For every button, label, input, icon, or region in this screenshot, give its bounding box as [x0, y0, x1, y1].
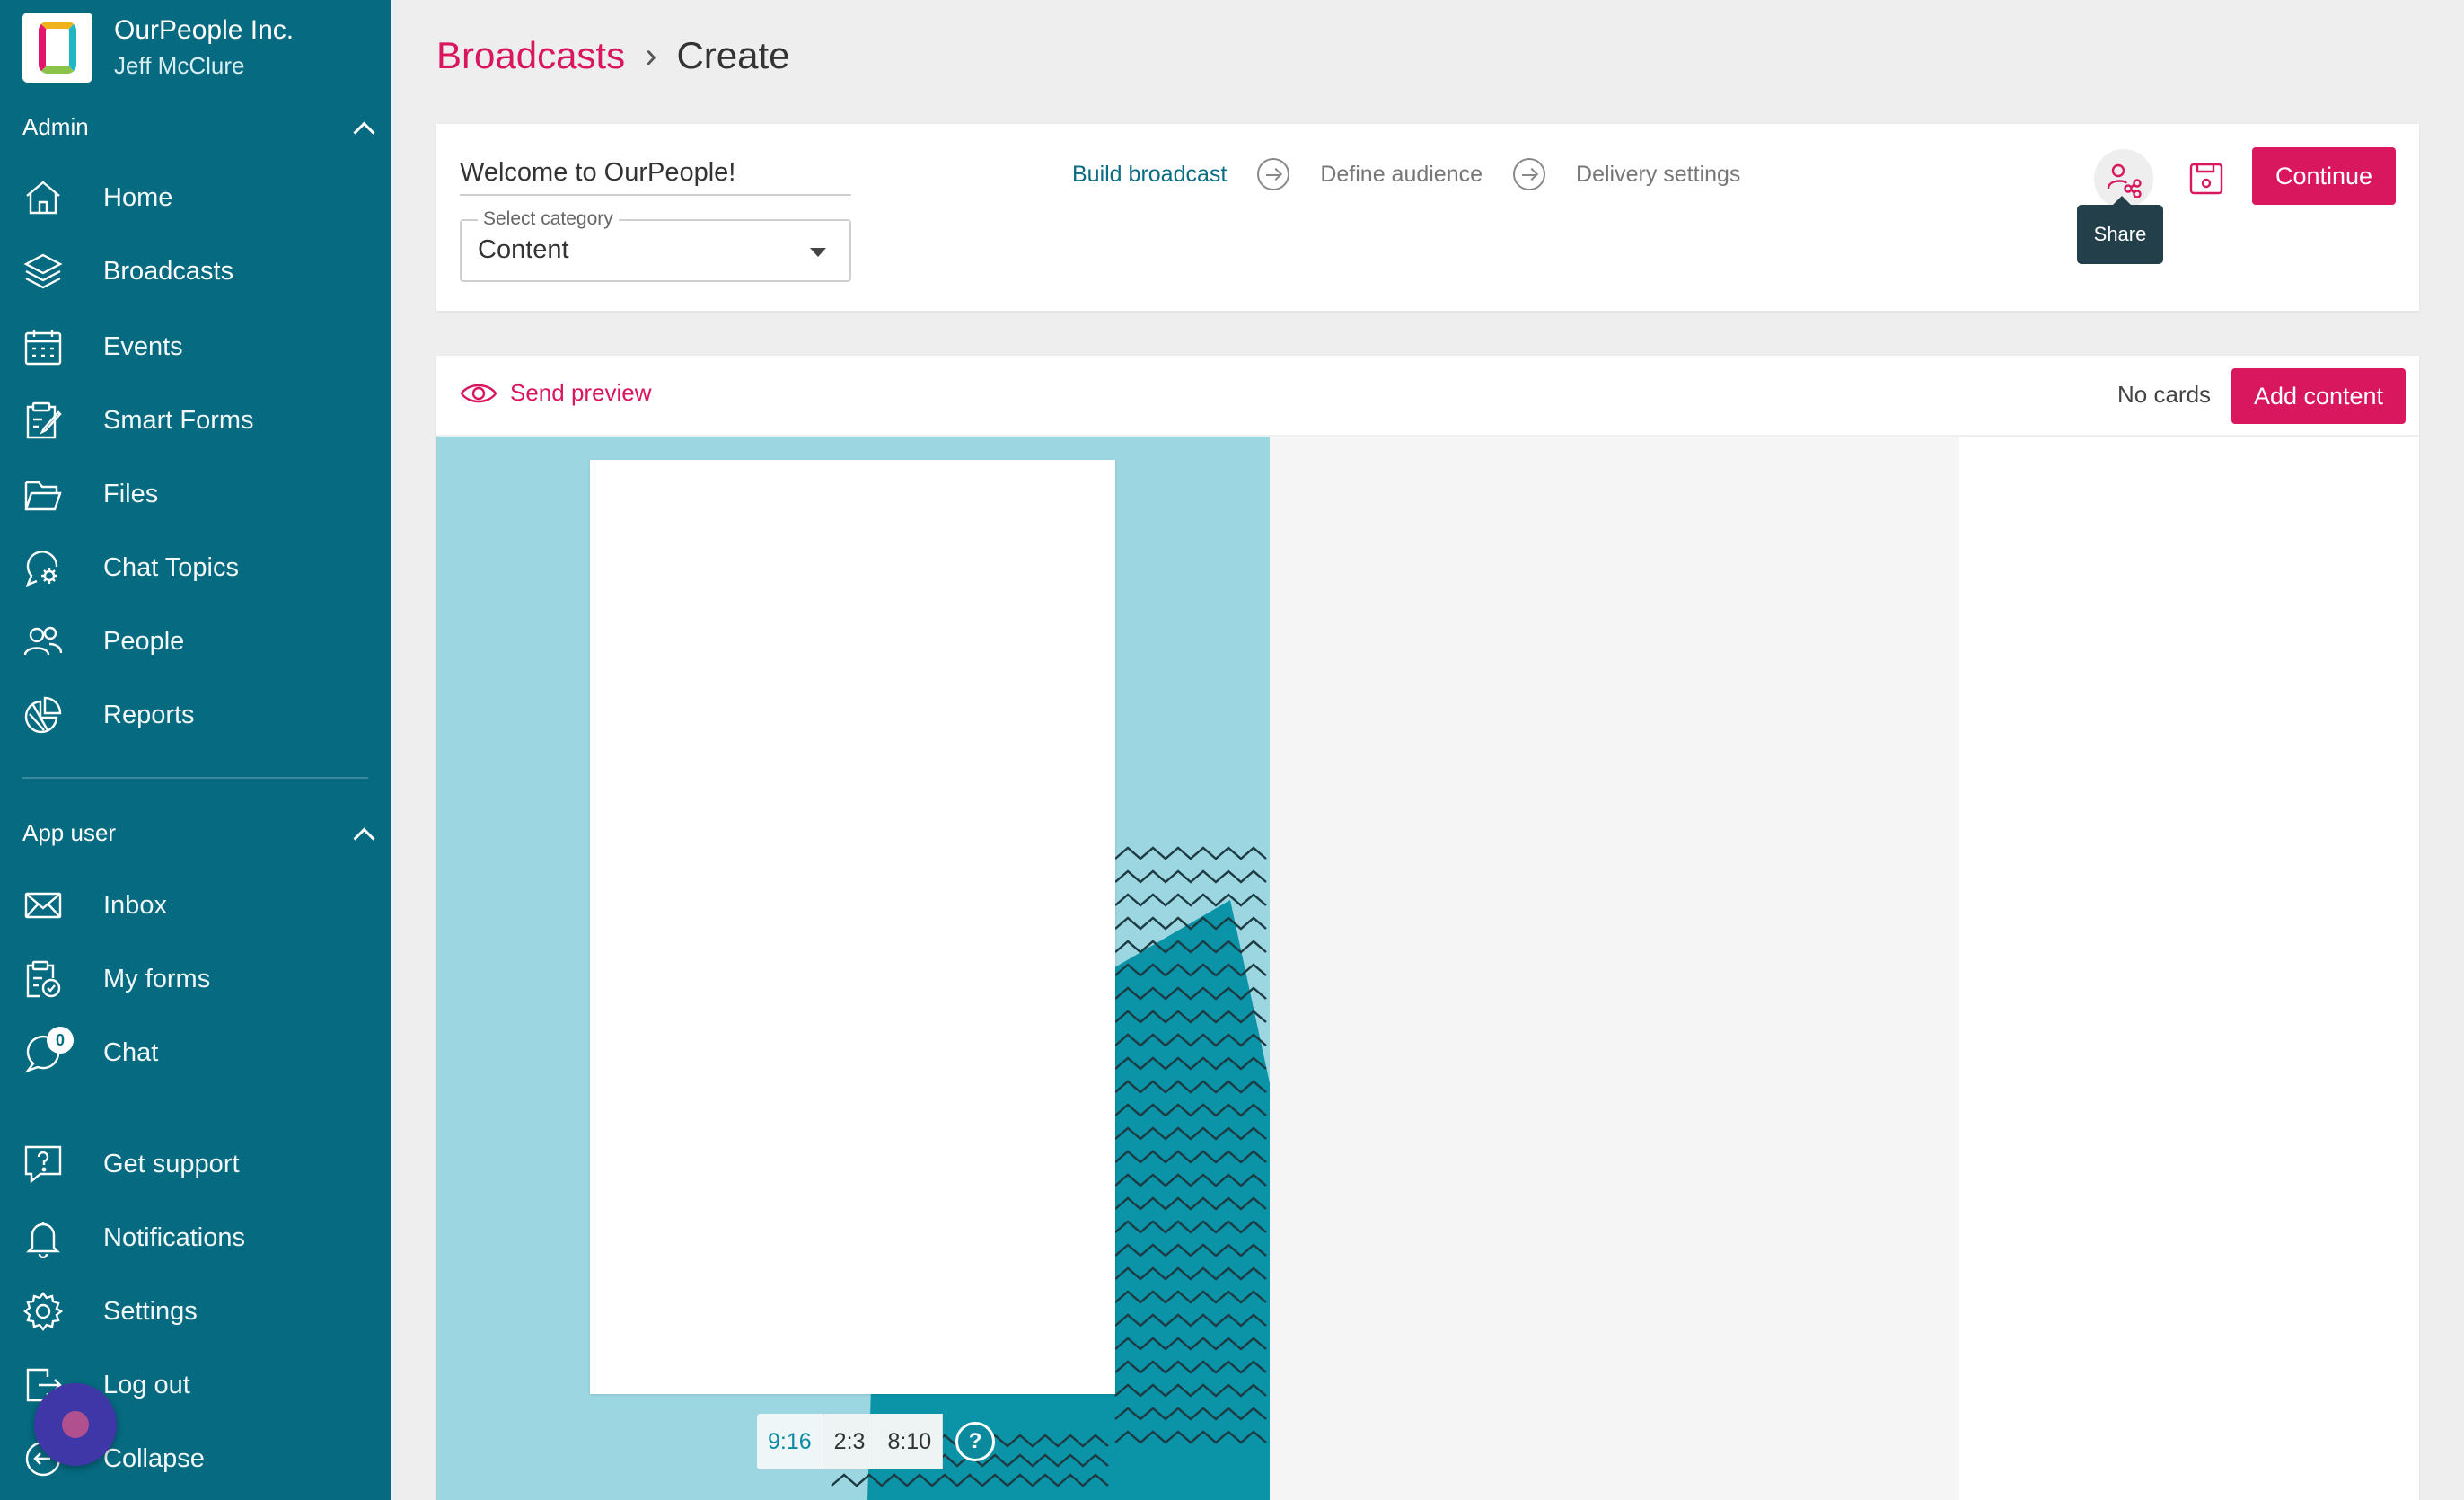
card-preview-frame[interactable] — [590, 460, 1115, 1394]
aspect-ratio-selector: 9:16 2:3 8:10 ? — [757, 1414, 996, 1469]
sidebar-item-settings[interactable]: Settings — [22, 1284, 382, 1338]
home-icon — [22, 177, 64, 218]
step-build-broadcast[interactable]: Build broadcast — [1072, 162, 1227, 188]
broadcast-editor-card: Send preview No cards Add content 9:16 2… — [436, 356, 2419, 1500]
chat-bubble-icon: 0 — [22, 1027, 74, 1073]
sidebar-item-label: Home — [103, 182, 173, 212]
sidebar-item-label: Chat — [103, 1037, 159, 1067]
category-select-label: Select category — [478, 208, 619, 230]
card-canvas: 9:16 2:3 8:10 ? — [436, 437, 1270, 1500]
caret-down-icon — [810, 248, 826, 257]
app-user-section-label: App user — [22, 819, 117, 846]
sidebar-item-events[interactable]: Events — [22, 320, 382, 374]
sidebar-item-chat[interactable]: 0 Chat — [22, 1026, 382, 1080]
envelope-icon — [22, 885, 64, 926]
send-preview-link[interactable]: Send preview — [460, 379, 652, 407]
sidebar-item-my-forms[interactable]: My forms — [22, 952, 382, 1006]
help-icon — [22, 1143, 64, 1185]
floating-assistant-button[interactable] — [34, 1383, 117, 1466]
save-icon — [2189, 163, 2223, 195]
org-name: OurPeople Inc. — [114, 15, 295, 45]
sidebar-item-chat-topics[interactable]: Chat Topics — [22, 541, 382, 595]
save-draft-button[interactable] — [2178, 151, 2234, 207]
sidebar-item-notifications[interactable]: Notifications — [22, 1211, 382, 1265]
step-define-audience[interactable]: Define audience — [1320, 162, 1483, 188]
admin-section-label: Admin — [22, 113, 89, 140]
add-content-button[interactable]: Add content — [2231, 368, 2406, 424]
broadcast-title-input[interactable] — [460, 151, 851, 196]
clipboard-check-icon — [22, 958, 64, 1000]
chat-unread-badge: 0 — [47, 1027, 74, 1054]
wizard-steps: Build broadcast Define audience Delivery… — [1072, 158, 1740, 190]
ratio-8-10[interactable]: 8:10 — [876, 1414, 944, 1469]
sidebar-item-label: Reports — [103, 700, 195, 729]
breadcrumb-broadcasts-link[interactable]: Broadcasts — [436, 34, 625, 77]
sidebar-item-home[interactable]: Home — [22, 171, 382, 225]
card-settings-panel — [1959, 437, 2419, 1500]
ratio-2-3[interactable]: 2:3 — [823, 1414, 877, 1469]
sidebar-item-label: Notifications — [103, 1222, 245, 1252]
category-select-value: Content — [478, 235, 569, 264]
chat-gear-icon — [22, 547, 64, 588]
sidebar: OurPeople Inc. Jeff McClure Admin Home B… — [0, 0, 391, 1500]
broadcast-header-card: Select category Content Build broadcast … — [436, 124, 2419, 311]
sidebar-item-reports[interactable]: Reports — [22, 688, 382, 742]
folder-icon — [22, 473, 64, 515]
layers-icon — [22, 251, 64, 292]
category-select[interactable]: Select category Content — [460, 208, 851, 282]
sidebar-item-label: Files — [103, 479, 159, 508]
user-name: Jeff McClure — [114, 52, 245, 79]
sidebar-item-label: Log out — [103, 1370, 190, 1399]
breadcrumb-current: Create — [676, 34, 790, 76]
sidebar-item-label: My forms — [103, 964, 211, 993]
sidebar-item-label: Get support — [103, 1149, 240, 1178]
bell-icon — [22, 1217, 64, 1258]
chevron-up-icon — [353, 824, 373, 843]
sidebar-item-get-support[interactable]: Get support — [22, 1137, 382, 1191]
sidebar-item-people[interactable]: People — [22, 614, 382, 668]
send-preview-label: Send preview — [510, 379, 652, 406]
org-logo — [22, 13, 92, 83]
card-list-area — [1270, 437, 1959, 1500]
sidebar-item-label: Collapse — [103, 1443, 205, 1473]
share-tooltip: Share — [2077, 196, 2163, 264]
help-icon[interactable]: ? — [955, 1422, 996, 1461]
breadcrumb: Broadcasts › Create — [436, 34, 790, 77]
eye-icon — [460, 384, 497, 402]
arrow-circle-right-icon — [1257, 158, 1290, 190]
sidebar-item-broadcasts[interactable]: Broadcasts — [22, 244, 382, 298]
sidebar-item-label: Smart Forms — [103, 405, 254, 435]
breadcrumb-separator: › — [645, 35, 657, 75]
arrow-circle-right-icon — [1513, 158, 1546, 190]
pie-chart-icon — [22, 694, 64, 736]
admin-section-toggle[interactable]: Admin — [22, 113, 373, 141]
sidebar-item-label: People — [103, 626, 185, 656]
calendar-icon — [22, 326, 64, 367]
chevron-up-icon — [353, 118, 373, 137]
cards-status: No cards — [2117, 381, 2212, 408]
continue-button[interactable]: Continue — [2252, 147, 2396, 205]
people-icon — [22, 621, 64, 662]
sidebar-item-label: Inbox — [103, 890, 167, 920]
org-header[interactable]: OurPeople Inc. Jeff McClure — [22, 13, 294, 83]
sidebar-item-label: Events — [103, 331, 183, 361]
sidebar-divider — [22, 777, 368, 779]
sidebar-item-label: Chat Topics — [103, 552, 239, 582]
form-edit-icon — [22, 400, 64, 441]
share-people-icon — [2107, 163, 2142, 198]
sidebar-item-smart-forms[interactable]: Smart Forms — [22, 393, 382, 447]
sidebar-item-label: Broadcasts — [103, 256, 234, 286]
sidebar-item-label: Settings — [103, 1296, 198, 1326]
app-user-section-toggle[interactable]: App user — [22, 819, 373, 847]
ratio-9-16[interactable]: 9:16 — [757, 1414, 823, 1469]
sidebar-item-inbox[interactable]: Inbox — [22, 878, 382, 932]
sidebar-item-files[interactable]: Files — [22, 467, 382, 521]
gear-icon — [22, 1291, 64, 1332]
step-delivery-settings[interactable]: Delivery settings — [1576, 162, 1740, 188]
